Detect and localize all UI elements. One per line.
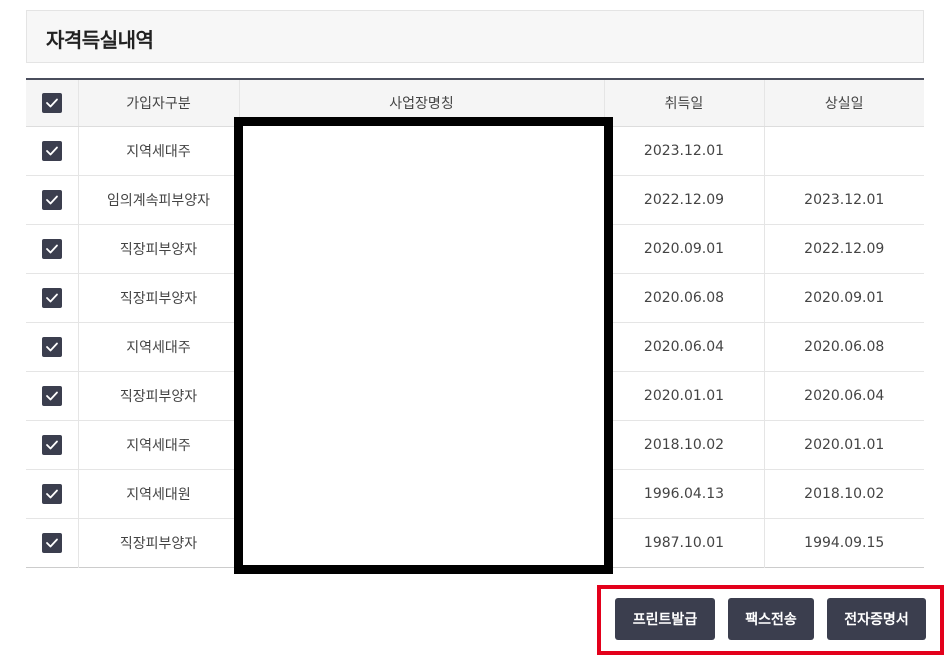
cell-lost: 2020.09.01	[764, 273, 924, 323]
cell-lost: 2023.12.01	[764, 175, 924, 225]
e-certificate-button[interactable]: 전자증명서	[827, 598, 926, 640]
cell-type: 임의계속피부양자	[78, 175, 240, 225]
row-select-cell	[26, 371, 79, 421]
row-checkbox[interactable]	[41, 386, 62, 406]
row-checkbox[interactable]	[41, 484, 62, 504]
column-header-acquired: 취득일	[604, 79, 765, 127]
cell-lost: 2022.12.09	[764, 224, 924, 274]
cell-acquired: 2020.09.01	[604, 224, 765, 274]
row-checkbox[interactable]	[41, 337, 62, 357]
checkmark-icon	[45, 538, 58, 548]
cell-acquired: 1987.10.01	[604, 518, 765, 568]
cell-lost: 2020.06.04	[764, 371, 924, 421]
cell-type: 직장피부양자	[78, 224, 240, 274]
cell-lost: 2018.10.02	[764, 469, 924, 519]
row-checkbox[interactable]	[41, 533, 62, 553]
cell-lost: 1994.09.15	[804, 535, 885, 551]
checkmark-icon	[45, 98, 58, 108]
fax-send-button[interactable]: 팩스전송	[728, 598, 814, 640]
checkmark-icon	[45, 195, 58, 205]
redaction-box	[234, 117, 613, 574]
row-checkbox[interactable]	[41, 190, 62, 210]
row-checkbox[interactable]	[41, 141, 62, 161]
cell-acquired: 2023.12.01	[604, 126, 765, 176]
cell-lost	[764, 126, 924, 176]
cell-type: 지역세대주	[78, 126, 240, 176]
row-select-cell	[26, 420, 79, 470]
checkmark-icon	[45, 244, 58, 254]
cell-type: 지역세대주	[78, 322, 240, 372]
cell-type: 지역세대원	[78, 469, 240, 519]
section-title: 자격득실내역	[46, 28, 154, 52]
column-header-lost: 상실일	[764, 79, 924, 127]
cell-lost: 2020.01.01	[764, 420, 924, 470]
cell-type: 직장피부양자	[78, 273, 240, 323]
checkmark-icon	[45, 293, 58, 303]
cell-acquired: 1996.04.13	[604, 469, 765, 519]
row-select-cell	[26, 273, 79, 323]
row-select-cell	[26, 175, 79, 225]
row-select-cell	[26, 469, 79, 519]
cell-acquired: 2022.12.09	[604, 175, 765, 225]
row-select-cell	[26, 518, 79, 568]
print-issue-button[interactable]: 프린트발급	[615, 598, 715, 640]
page: 자격득실내역 가입자구분 사업장명칭 취득일 상실일 지역세대주 2023.12…	[0, 0, 951, 658]
row-checkbox[interactable]	[41, 435, 62, 455]
select-all-header	[26, 79, 79, 127]
row-checkbox[interactable]	[41, 288, 62, 308]
cell-type: 직장피부양자	[78, 371, 240, 421]
cell-acquired: 2020.01.01	[604, 371, 765, 421]
checkmark-icon	[45, 391, 58, 401]
cell-type: 직장피부양자	[78, 518, 240, 568]
select-all-checkbox[interactable]	[41, 93, 62, 113]
row-select-cell	[26, 126, 79, 176]
checkmark-icon	[45, 489, 58, 499]
cell-acquired: 2020.06.04	[604, 322, 765, 372]
cell-type: 지역세대주	[78, 420, 240, 470]
row-checkbox[interactable]	[41, 239, 62, 259]
cell-acquired: 2018.10.02	[604, 420, 765, 470]
cell-acquired: 2020.06.08	[604, 273, 765, 323]
row-select-cell	[26, 224, 79, 274]
section-header: 자격득실내역	[26, 10, 924, 63]
cell-lost: 2020.06.08	[764, 322, 924, 372]
row-select-cell	[26, 322, 79, 372]
checkmark-icon	[45, 440, 58, 450]
checkmark-icon	[45, 146, 58, 156]
checkmark-icon	[45, 342, 58, 352]
column-header-type: 가입자구분	[78, 79, 240, 127]
